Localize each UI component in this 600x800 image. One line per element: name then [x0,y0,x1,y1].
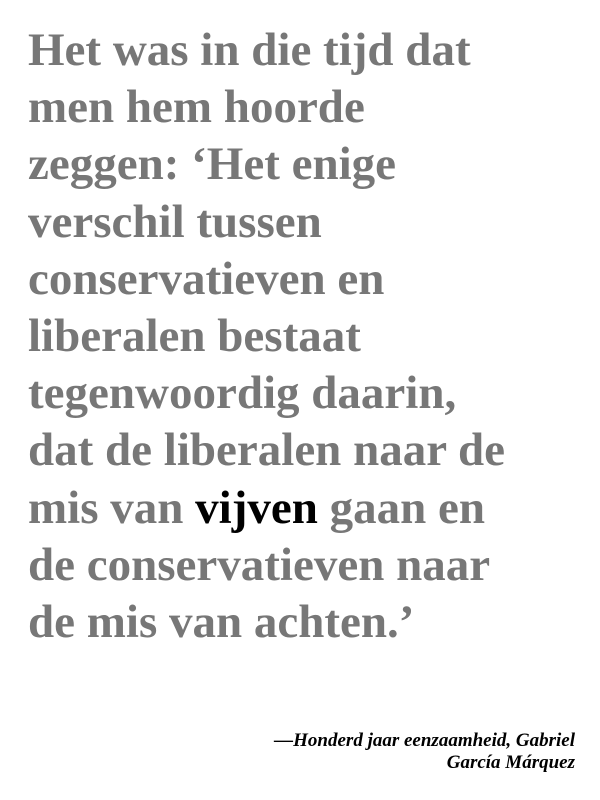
attribution-author: García Márquez [446,752,575,773]
quote-line: de mis van achten.’ [28,596,415,649]
quote-line: verschil tussen [28,195,322,248]
quote-line: liberalen bestaat [28,310,361,363]
attribution: —Honderd jaar eenzaamheid, Gabriel Garcí… [155,730,575,774]
quote-text-before: mis van [28,481,196,534]
quote-line-highlighted: mis van vijven gaan en [28,480,588,537]
quote-line: zeggen: ‘Het enige [28,138,397,191]
quote-line: men hem hoorde [28,81,365,134]
quote-line: dat de liberalen naar de [28,424,505,477]
quote-line: Het was in die tijd dat [28,24,471,76]
quote-text: Het was in die tijd dat men hem hoorde z… [28,22,588,651]
quote-text-after: gaan en [317,481,485,534]
quote-line: tegenwoordig daarin, [28,367,457,420]
highlighted-word: vijven [195,481,318,534]
attribution-source: —Honderd jaar eenzaamheid, Gabriel [274,730,575,751]
quote-line: de conservatieven naar [28,538,491,591]
quote-line: conservatieven en [28,252,385,305]
